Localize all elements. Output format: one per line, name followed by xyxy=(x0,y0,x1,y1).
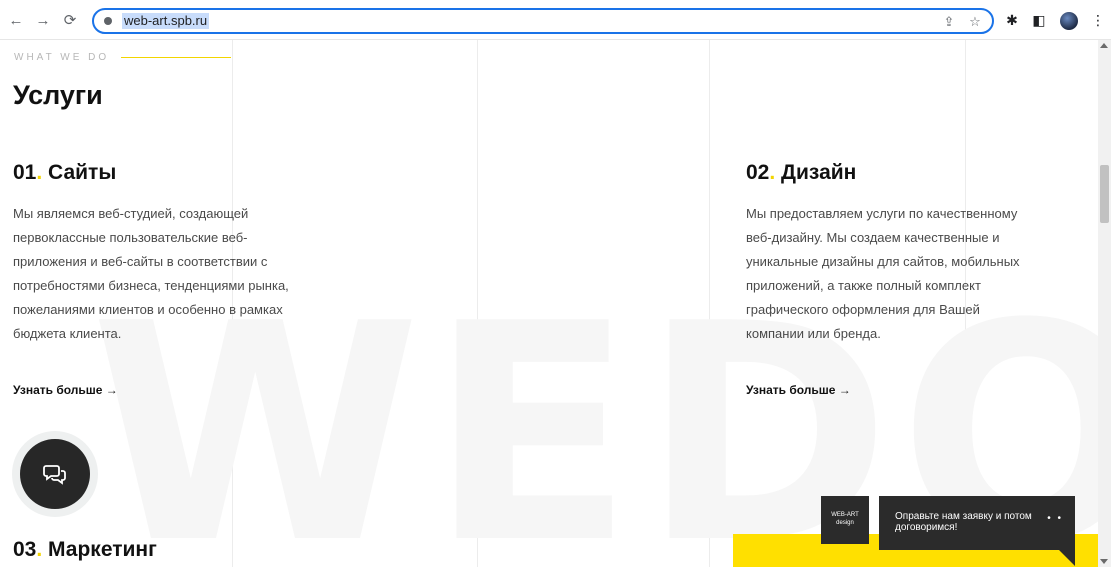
description-line: первоклассные пользовательские веб- xyxy=(13,230,248,245)
service-heading-design: 02. Дизайн xyxy=(746,161,856,185)
service-heading-marketing: 03. Маркетинг xyxy=(13,538,157,562)
address-bar[interactable]: web-art.spb.ru ⇪ ☆ xyxy=(92,8,994,34)
url-text[interactable]: web-art.spb.ru xyxy=(122,13,210,29)
callback-widget[interactable]: Оправьте нам заявку и потом договоримся!… xyxy=(879,496,1075,550)
service-description-design: Мы предоставляем услуги по качественному… xyxy=(746,202,1020,346)
service-heading-sites: 01. Сайты xyxy=(13,161,116,185)
widget-logo[interactable]: WEB-ART design xyxy=(821,496,869,544)
section-title: Услуги xyxy=(13,80,103,110)
browser-toolbar: ← → ⟳ web-art.spb.ru ⇪ ☆ ✱ ◧ ⋮ xyxy=(0,0,1111,40)
description-line: потребностями бизнеса, тенденциями рынка… xyxy=(13,278,289,293)
description-line: веб-дизайну. Мы создаем качественные и xyxy=(746,230,1000,245)
scroll-down-arrow-icon[interactable] xyxy=(1100,559,1108,564)
service-number: 02 xyxy=(746,161,770,184)
chat-button[interactable] xyxy=(20,439,90,509)
bookmark-star-icon[interactable]: ☆ xyxy=(966,13,984,31)
description-line: уникальные дизайны для сайтов, мобильных xyxy=(746,254,1020,269)
typing-dots-icon: • • xyxy=(1047,513,1063,524)
eyebrow-line xyxy=(121,57,232,58)
widget-tail xyxy=(1058,549,1075,566)
page-content: WEDO WHAT WE DO Услуги 01. Сайты Мы явля… xyxy=(0,40,1098,567)
share-icon[interactable]: ⇪ xyxy=(940,13,958,31)
service-name: Маркетинг xyxy=(48,538,157,561)
description-line: Мы являемся веб-студией, создающей xyxy=(13,206,249,221)
extensions-icon[interactable]: ✱ xyxy=(1003,11,1021,29)
scroll-up-arrow-icon[interactable] xyxy=(1100,43,1108,48)
learn-more-link-design[interactable]: Узнать больше → xyxy=(746,383,851,397)
side-panel-icon[interactable]: ◧ xyxy=(1030,11,1048,29)
description-line: бюджета клиента. xyxy=(13,326,122,341)
page-scrollbar[interactable] xyxy=(1098,40,1111,567)
service-name: Сайты xyxy=(48,161,117,184)
description-line: пожеланиями клиентов и особенно в рамках xyxy=(13,302,283,317)
description-line: приложения и веб-сайты в соответствии с xyxy=(13,254,268,269)
service-name: Дизайн xyxy=(781,161,857,184)
scroll-thumb[interactable] xyxy=(1100,165,1109,223)
back-icon[interactable]: ← xyxy=(6,10,26,30)
eyebrow-text: WHAT WE DO xyxy=(14,52,110,63)
browser-menu-icon[interactable]: ⋮ xyxy=(1089,11,1107,29)
learn-more-link-sites[interactable]: Узнать больше → xyxy=(13,383,118,397)
profile-avatar[interactable] xyxy=(1060,12,1078,30)
description-line: Мы предоставляем услуги по качественному xyxy=(746,206,1018,221)
reload-icon[interactable]: ⟳ xyxy=(60,10,80,30)
service-description-sites: Мы являемся веб-студией, создающей перво… xyxy=(13,202,289,346)
service-number-dot: . xyxy=(769,161,776,184)
site-info-icon[interactable] xyxy=(104,17,112,25)
service-number-dot: . xyxy=(36,538,43,561)
description-line: приложений, а также полный комплект xyxy=(746,278,981,293)
service-number-dot: . xyxy=(36,161,43,184)
service-number: 03 xyxy=(13,538,37,561)
section-eyebrow: WHAT WE DO xyxy=(14,52,232,63)
chat-bubbles-icon xyxy=(43,465,66,485)
service-number: 01 xyxy=(13,161,37,184)
description-line: графического оформления для Вашей xyxy=(746,302,980,317)
description-line: компании или бренда. xyxy=(746,326,881,341)
forward-icon[interactable]: → xyxy=(33,10,53,30)
